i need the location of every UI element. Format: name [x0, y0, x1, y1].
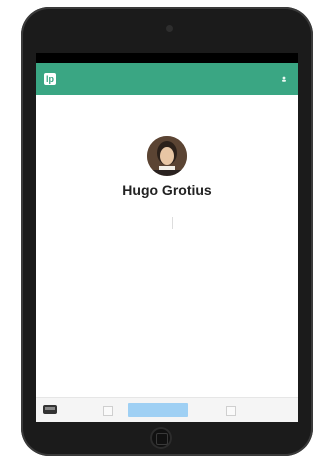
account-button[interactable] [281, 76, 290, 82]
bottom-toolbar [36, 397, 298, 422]
front-camera-icon [166, 25, 173, 32]
left-square-button[interactable] [103, 406, 113, 416]
detail-row [122, 308, 222, 316]
detail-row [122, 340, 222, 348]
app-bar: lp [36, 63, 298, 95]
profile-name: Hugo Grotius [122, 182, 212, 198]
stats-divider [171, 217, 173, 229]
tablet-screen: lp Hugo Grotius [36, 53, 298, 422]
portrait-avatar [147, 136, 187, 176]
lp-logo-icon: lp [44, 73, 56, 85]
tray-icon [43, 405, 57, 414]
tablet-device: lp Hugo Grotius [21, 7, 313, 456]
profile-stats [120, 214, 224, 232]
avatar [147, 136, 187, 176]
brand[interactable]: lp [44, 73, 62, 85]
home-square-icon [156, 433, 168, 445]
detail-row [122, 284, 222, 292]
detail-row [122, 332, 222, 340]
user-icon [282, 76, 286, 82]
detail-row [122, 268, 222, 276]
details-list [122, 268, 222, 356]
detail-row [122, 324, 222, 332]
detail-row [122, 292, 222, 300]
right-square-button[interactable] [226, 406, 236, 416]
primary-action-button[interactable] [128, 403, 188, 417]
inbox-tray-icon[interactable] [42, 403, 58, 417]
detail-row [122, 316, 222, 324]
detail-row [122, 276, 222, 284]
status-bar [36, 53, 298, 63]
detail-row [122, 300, 222, 308]
detail-row [122, 348, 222, 356]
